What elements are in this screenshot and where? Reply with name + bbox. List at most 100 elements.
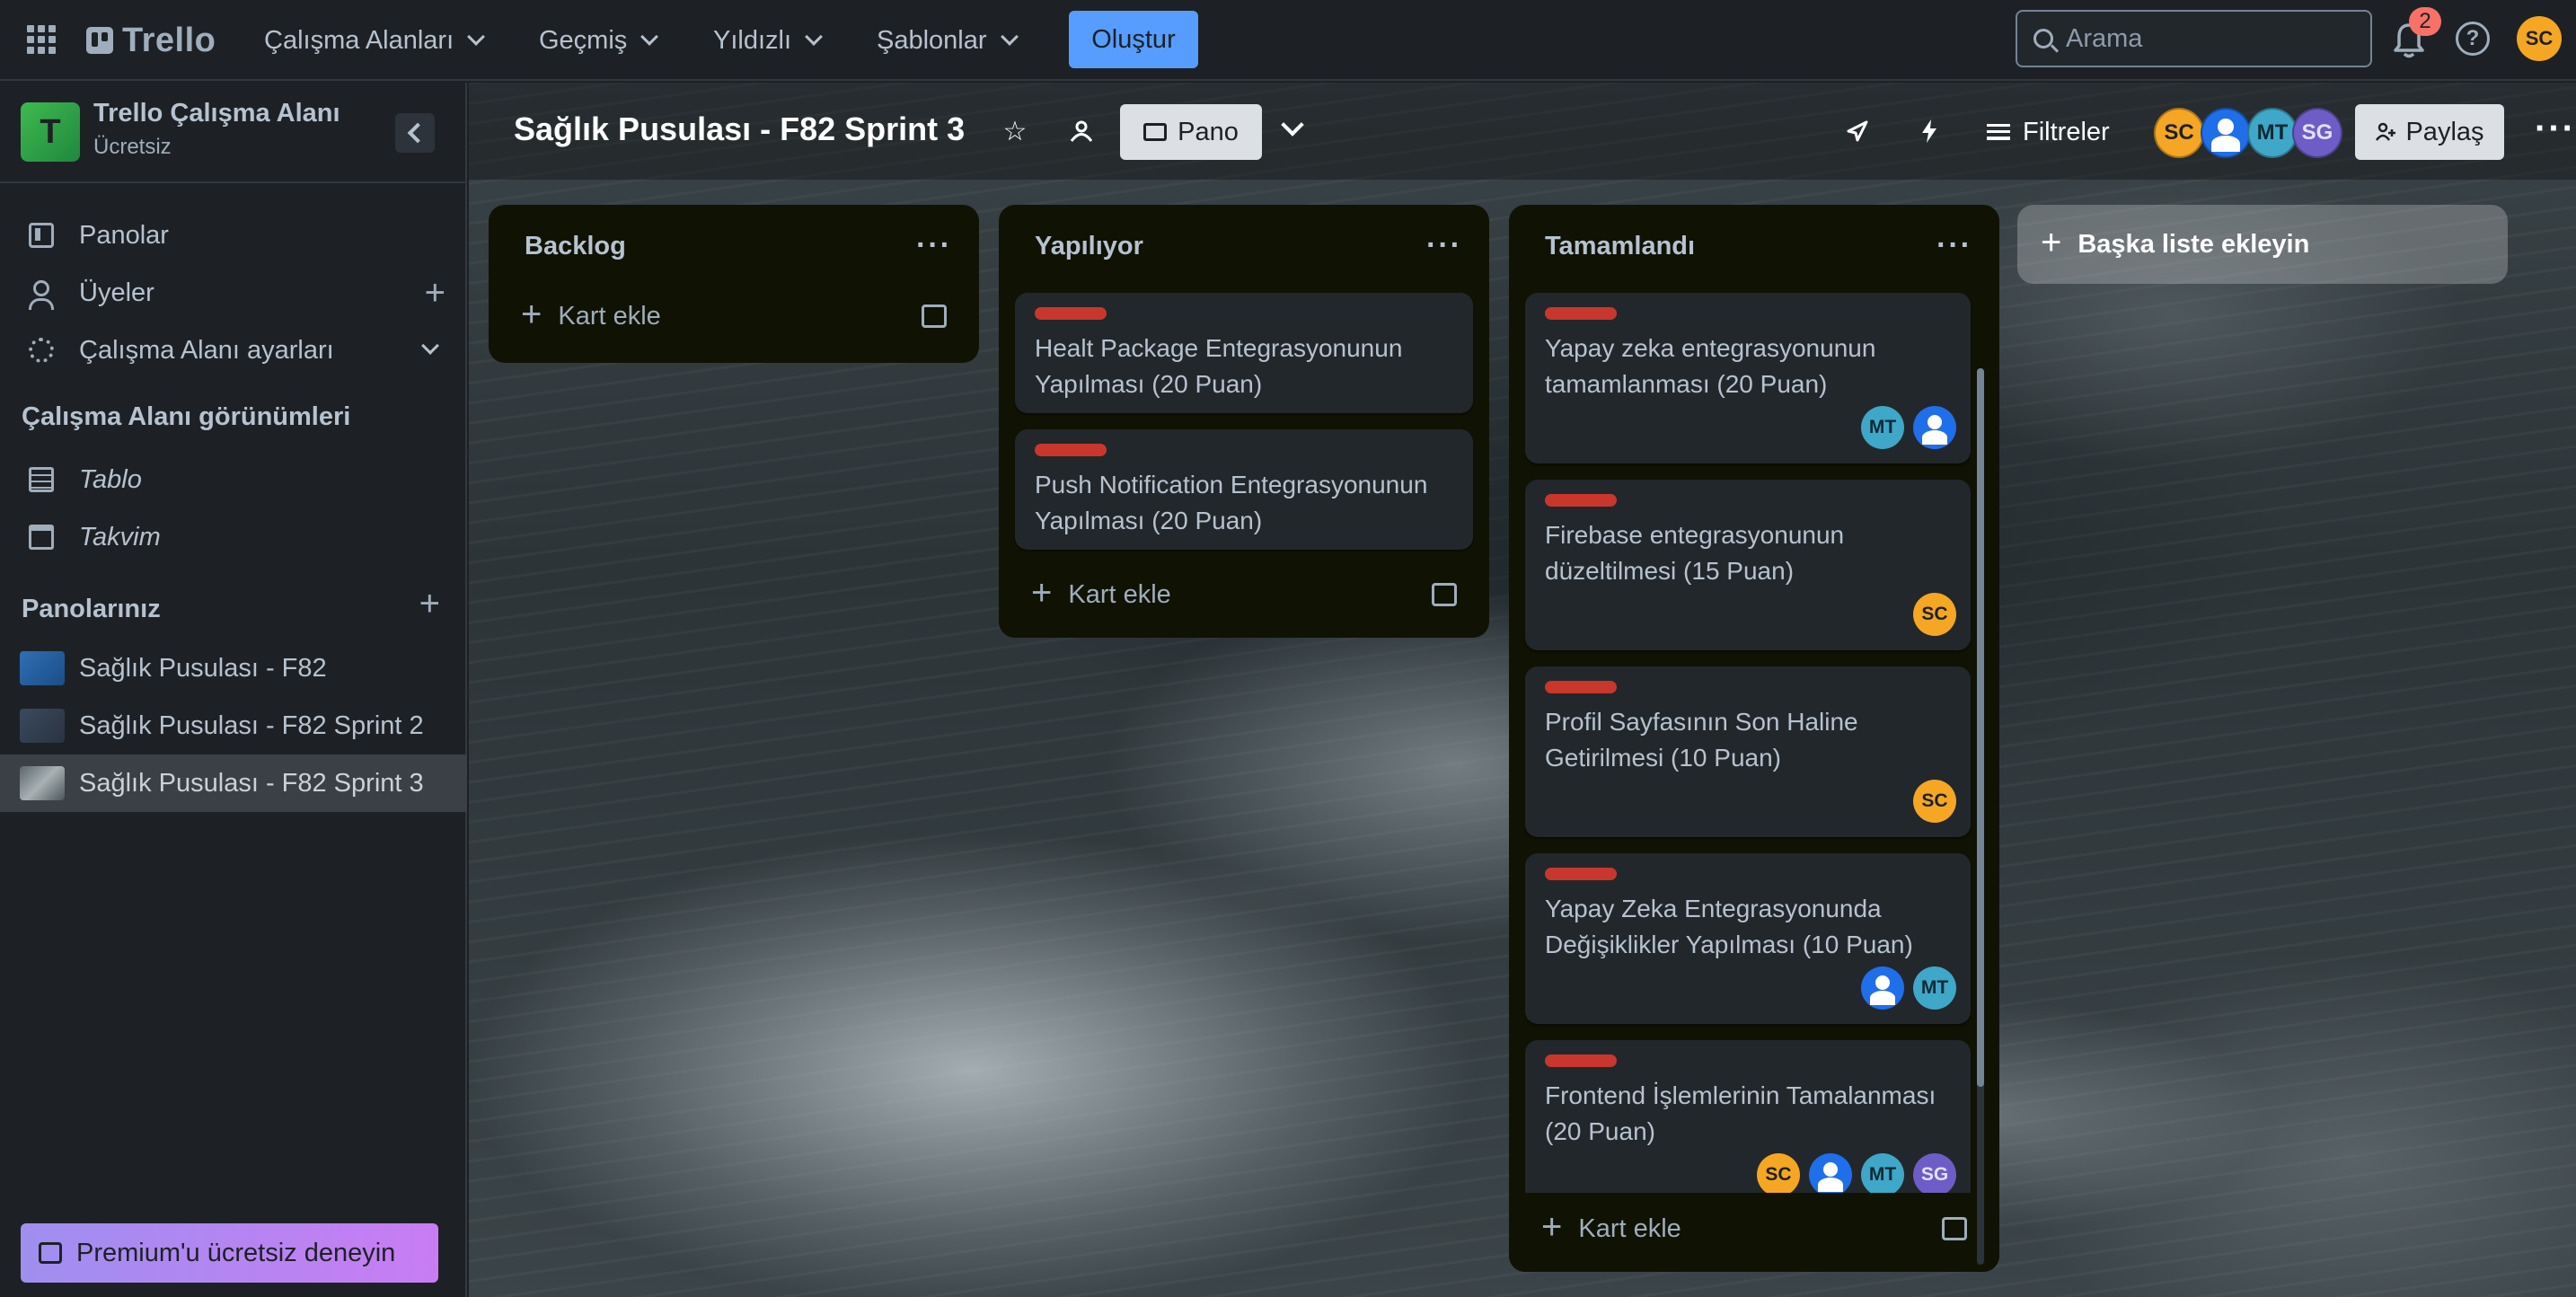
list-scrollbar[interactable] (1977, 368, 1984, 1265)
card[interactable]: Yapay Zeka Entegrasyonunda Değişiklikler… (1525, 853, 1971, 1024)
card[interactable]: Frontend İşlemlerinin Tamalanması (20 Pu… (1525, 1040, 1971, 1211)
add-card-button[interactable]: + Kart ekle (1523, 1202, 1985, 1256)
premium-label: Premium'u ücretsiz deneyin (76, 1238, 396, 1267)
rocket-icon[interactable] (1843, 117, 1872, 146)
member-avatar[interactable] (1913, 406, 1956, 449)
app-switcher-icon[interactable] (27, 25, 56, 54)
lightning-icon[interactable] (1915, 117, 1944, 146)
share-label: Paylaş (2405, 117, 2484, 146)
sidebar-item-table[interactable]: Tablo (0, 451, 467, 508)
list-title[interactable]: Tamamlandı (1545, 232, 1695, 261)
account-avatar[interactable]: SC (2517, 16, 2562, 61)
visibility-icon[interactable] (1067, 117, 1096, 146)
collapse-sidebar-button[interactable] (395, 113, 435, 153)
card-template-icon[interactable] (1432, 583, 1457, 606)
views-heading: Çalışma Alanı görünümleri (22, 402, 351, 431)
sidebar-item-label: Üyeler (79, 278, 154, 307)
card-template-icon[interactable] (1942, 1217, 1967, 1240)
add-card-button[interactable]: + Kart ekle (1013, 568, 1475, 622)
search-icon (2033, 29, 2053, 49)
board-title[interactable]: Sağlık Pusulası - F82 Sprint 3 (514, 110, 965, 148)
plus-icon: + (1541, 1206, 1563, 1247)
member-avatar[interactable]: MT (1861, 406, 1904, 449)
filters-button[interactable]: Filtreler (1987, 110, 2110, 154)
chevron-down-icon[interactable] (1281, 113, 1304, 137)
list-menu-icon[interactable]: ··· (916, 228, 952, 263)
member-avatar[interactable]: SG (1913, 1153, 1956, 1196)
card[interactable]: Firebase entegrasyonunun düzeltilmesi (1… (1525, 480, 1971, 650)
premium-trial-button[interactable]: Premium'u ücretsiz deneyin (21, 1223, 438, 1283)
create-button[interactable]: Oluştur (1069, 11, 1198, 68)
list-menu-icon[interactable]: ··· (1426, 228, 1462, 263)
add-card-label: Kart ekle (1068, 579, 1171, 609)
board-member-avatar[interactable]: SC (2154, 108, 2204, 158)
board-member-avatar[interactable]: MT (2247, 108, 2298, 158)
card-label[interactable] (1545, 681, 1617, 693)
list-in-progress: Yapılıyor ··· Healt Package Entegrasyonu… (999, 205, 1489, 638)
menu-recent[interactable]: Geçmiş (526, 16, 668, 65)
member-avatar[interactable] (1809, 1153, 1852, 1196)
sidebar-item-boards[interactable]: Panolar (0, 207, 467, 264)
board-menu-icon[interactable]: ··· (2535, 110, 2576, 146)
sidebar-board-label: Sağlık Pusulası - F82 Sprint 3 (79, 768, 424, 798)
workspace-name[interactable]: Trello Çalışma Alanı (93, 99, 340, 128)
menu-label: Çalışma Alanları (264, 25, 454, 55)
card-label[interactable] (1035, 444, 1107, 456)
sidebar-item-label: Çalışma Alanı ayarları (79, 335, 334, 365)
card-label[interactable] (1545, 307, 1617, 320)
sidebar-board-item[interactable]: Sağlık Pusulası - F82 (0, 640, 467, 697)
board-canvas: Sağlık Pusulası - F82 Sprint 3 ☆ Pano Fi… (469, 83, 2576, 1297)
card-template-icon[interactable] (922, 304, 947, 328)
list-title[interactable]: Backlog (525, 232, 626, 261)
card-label[interactable] (1545, 1054, 1617, 1067)
menu-starred[interactable]: Yıldızlı (701, 16, 833, 65)
menu-label: Yıldızlı (713, 25, 792, 55)
help-icon[interactable]: ? (2456, 22, 2490, 56)
add-member-icon[interactable]: + (425, 273, 446, 313)
member-avatar[interactable]: MT (1861, 1153, 1904, 1196)
sidebar-board-item[interactable]: Sağlık Pusulası - F82 Sprint 2 (0, 697, 467, 754)
add-list-button[interactable]: + Başka liste ekleyin (2017, 205, 2508, 284)
card-members: SC (1913, 593, 1956, 636)
sidebar-item-label: Panolar (79, 220, 169, 250)
trello-logo[interactable]: Trello (86, 18, 216, 63)
board-view-button[interactable]: Pano (1120, 104, 1262, 160)
member-avatar[interactable]: SC (1913, 780, 1956, 823)
list-scrollbar-thumb[interactable] (1977, 368, 1984, 1087)
menu-workspaces[interactable]: Çalışma Alanları (251, 16, 495, 65)
card-title: Healt Package Entegrasyonunun Yapılması … (1035, 334, 1403, 398)
list-menu-icon[interactable]: ··· (1936, 228, 1972, 263)
share-button[interactable]: Paylaş (2355, 104, 2504, 160)
card-label[interactable] (1035, 307, 1107, 320)
card[interactable]: Profil Sayfasının Son Haline Getirilmesi… (1525, 666, 1971, 837)
add-person-icon (2376, 122, 2396, 141)
card[interactable]: Yapay zeka entegrasyonunun tamamlanması … (1525, 293, 1971, 463)
list-title[interactable]: Yapılıyor (1035, 232, 1143, 261)
board-icon (29, 223, 54, 248)
card-label[interactable] (1545, 494, 1617, 507)
add-card-label: Kart ekle (558, 301, 661, 331)
menu-templates[interactable]: Şablonlar (864, 16, 1028, 65)
chevron-down-icon[interactable] (421, 337, 439, 355)
board-member-avatar[interactable] (2201, 108, 2251, 158)
card-label[interactable] (1545, 868, 1617, 880)
sidebar-item-members[interactable]: Üyeler + (0, 264, 467, 322)
board-member-avatar[interactable]: SG (2292, 108, 2342, 158)
board-thumbnail (20, 651, 65, 685)
boards-heading: Panolarınız (22, 595, 161, 623)
add-board-icon[interactable]: + (419, 584, 440, 624)
sidebar-board-item-active[interactable]: Sağlık Pusulası - F82 Sprint 3 (0, 754, 467, 812)
card-title: Firebase entegrasyonunun düzeltilmesi (1… (1545, 521, 1845, 585)
star-icon[interactable]: ☆ (1001, 117, 1029, 146)
search-input[interactable]: Arama (2016, 10, 2372, 67)
member-avatar[interactable]: SC (1757, 1153, 1800, 1196)
workspace-plan: Ücretsiz (93, 135, 172, 159)
member-avatar[interactable]: SC (1913, 593, 1956, 636)
member-avatar[interactable] (1861, 966, 1904, 1010)
card[interactable]: Healt Package Entegrasyonunun Yapılması … (1015, 293, 1473, 413)
sidebar-item-calendar[interactable]: Takvim (0, 508, 467, 566)
member-avatar[interactable]: MT (1913, 966, 1956, 1010)
card[interactable]: Push Notification Entegrasyonunun Yapılm… (1015, 429, 1473, 550)
add-card-button[interactable]: + Kart ekle (503, 289, 965, 343)
sidebar-item-settings[interactable]: Çalışma Alanı ayarları (0, 322, 467, 379)
